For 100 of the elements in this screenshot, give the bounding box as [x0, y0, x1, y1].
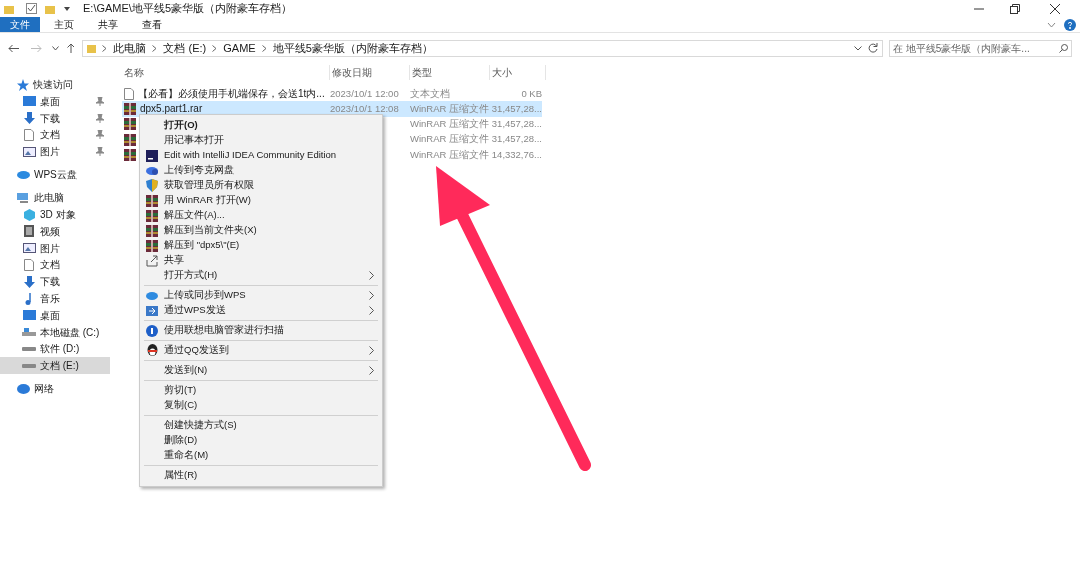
archive-icon	[124, 133, 136, 146]
pin-icon[interactable]	[96, 130, 104, 140]
size-cell: 31,457,28...	[490, 101, 542, 117]
archive-icon	[146, 239, 158, 252]
folder-icon	[4, 3, 14, 14]
nav-item[interactable]: 本地磁盘 (C:)	[0, 323, 110, 341]
breadcrumb-link[interactable]: 此电脑	[113, 39, 147, 57]
ribbon-tab[interactable]: 主页	[44, 17, 84, 32]
send-icon	[146, 305, 158, 316]
menu-item[interactable]: 打开(O)	[142, 118, 380, 133]
pin-icon[interactable]	[96, 147, 104, 157]
nav-item[interactable]: 音乐	[0, 290, 110, 307]
nav-item[interactable]: 软件 (D:)	[0, 340, 110, 358]
nav-item[interactable]: 桌面	[0, 306, 110, 324]
menu-item[interactable]: 通过WPS发送	[142, 303, 380, 318]
share-icon	[146, 254, 158, 267]
nav-item[interactable]: 3D 对象	[0, 206, 110, 223]
drive-icon	[22, 328, 36, 337]
folder-icon	[87, 43, 97, 53]
address-field[interactable]: 此电脑 文档 (E:) GAME 地平线5豪华版（内附豪车存档）	[82, 39, 883, 57]
size-cell-text: 0 KB	[520, 86, 542, 101]
archive-icon	[124, 148, 136, 161]
breadcrumb-link[interactable]: GAME	[223, 39, 256, 57]
column-header[interactable]: 大小	[490, 64, 546, 80]
menu-item[interactable]: 解压到当前文件夹(X)	[142, 223, 380, 238]
nav-item[interactable]: 快速访问	[0, 76, 110, 93]
nav-item[interactable]: 文档	[0, 256, 110, 274]
app-icon	[146, 149, 158, 162]
ribbon-tab[interactable]: 共享	[88, 17, 128, 32]
ribbon-tab[interactable]: 文件	[0, 17, 40, 32]
menu-item[interactable]: 删除(D)	[142, 433, 380, 448]
nav-item[interactable]: 桌面	[0, 93, 110, 110]
chevron-right-icon[interactable]	[261, 44, 267, 52]
nav-item[interactable]: 文档	[0, 126, 110, 144]
chevron-down-icon[interactable]	[1047, 21, 1056, 28]
menu-item[interactable]: 共享	[142, 253, 380, 268]
file-name[interactable]: 【必看】必须使用手机端保存，会送1t内...	[138, 86, 325, 102]
type-cell-text: WinRAR 压缩文件	[410, 147, 490, 162]
archive-icon	[146, 224, 158, 237]
menu-item[interactable]: 复制(C)	[142, 398, 380, 413]
menu-item[interactable]: 获取管理员所有权限	[142, 178, 380, 193]
menu-item[interactable]: 解压到 "dpx5\"(E)	[142, 238, 380, 253]
menu-item[interactable]: 上传或同步到WPS	[142, 288, 380, 303]
nav-item[interactable]: 图片	[0, 239, 110, 257]
ribbon-tab[interactable]: 查看	[132, 17, 172, 32]
back-arrow-icon[interactable]	[8, 43, 19, 53]
menu-item[interactable]: 创建快捷方式(S)	[142, 418, 380, 433]
date-cell-text: 2023/10/1 12:08	[330, 101, 399, 116]
nav-item[interactable]: WPS云盘	[0, 166, 110, 184]
shield-icon	[146, 324, 158, 337]
menu-item[interactable]: 剪切(T)	[142, 383, 380, 398]
nav-item[interactable]: 此电脑	[0, 189, 110, 207]
menu-item[interactable]: 上传到夸克网盘	[142, 163, 380, 178]
pin-icon[interactable]	[96, 113, 104, 123]
nav-item[interactable]: 图片	[0, 143, 110, 161]
menu-item[interactable]: Edit with IntelliJ IDEA Community Edition	[142, 148, 380, 163]
chevron-right-icon[interactable]	[152, 44, 158, 52]
menu-item[interactable]: 解压文件(A)...	[142, 208, 380, 223]
dropdown-icon[interactable]	[63, 5, 71, 12]
breadcrumb-link[interactable]: 地平线5豪华版（内附豪车存档）	[272, 39, 433, 57]
star-icon	[17, 78, 29, 91]
penguin-icon	[146, 344, 158, 357]
nav-item[interactable]: 下载	[0, 273, 110, 291]
search-field[interactable]: 在 地平线5豪华版（内附豪车...	[889, 39, 1072, 57]
restore-icon[interactable]	[1010, 3, 1020, 14]
breadcrumb-link[interactable]: 文档 (E:)	[163, 39, 207, 57]
column-header[interactable]: 类型	[410, 64, 490, 80]
refresh-icon[interactable]	[868, 43, 878, 53]
image-icon	[22, 146, 36, 157]
search-icon[interactable]	[1059, 43, 1068, 53]
archive-icon	[146, 209, 158, 222]
nav-item[interactable]: 文档 (E:)	[0, 357, 110, 375]
menu-item[interactable]: 重命名(M)	[142, 448, 380, 463]
menu-item[interactable]: 属性(R)	[142, 468, 380, 483]
up-arrow-icon[interactable]	[66, 43, 75, 53]
nav-item[interactable]: 视频	[0, 223, 110, 240]
menu-item[interactable]: 用 WinRAR 打开(W)	[142, 193, 380, 208]
column-header[interactable]: 修改日期	[330, 64, 410, 80]
checkbox-icon[interactable]	[26, 3, 37, 14]
size-cell-text: 31,457,28...	[490, 132, 542, 147]
menu-item[interactable]: 发送到(N)	[142, 363, 380, 378]
chevron-right-icon[interactable]	[102, 44, 108, 52]
shield-icon	[146, 179, 158, 192]
pin-icon[interactable]	[96, 96, 104, 106]
menu-item[interactable]: 用记事本打开	[142, 133, 380, 148]
document-icon	[24, 258, 34, 271]
chevron-down-icon[interactable]	[854, 45, 862, 51]
chevron-right-icon[interactable]	[212, 44, 218, 52]
nav-item[interactable]: 下载	[0, 109, 110, 127]
cloud-icon	[17, 170, 30, 180]
help-icon[interactable]	[1064, 18, 1076, 31]
chevron-down-icon[interactable]	[51, 45, 59, 51]
close-icon[interactable]	[1050, 3, 1060, 14]
nav-item[interactable]: 网络	[0, 380, 110, 398]
desktop-icon	[22, 96, 36, 107]
menu-item[interactable]: 通过QQ发送到	[142, 343, 380, 358]
menu-item[interactable]: 使用联想电脑管家进行扫描	[142, 323, 380, 338]
date-cell: 2023/10/1 12:00	[330, 86, 399, 101]
menu-item[interactable]: 打开方式(H)	[142, 268, 380, 283]
column-header[interactable]: 名称	[122, 64, 330, 80]
